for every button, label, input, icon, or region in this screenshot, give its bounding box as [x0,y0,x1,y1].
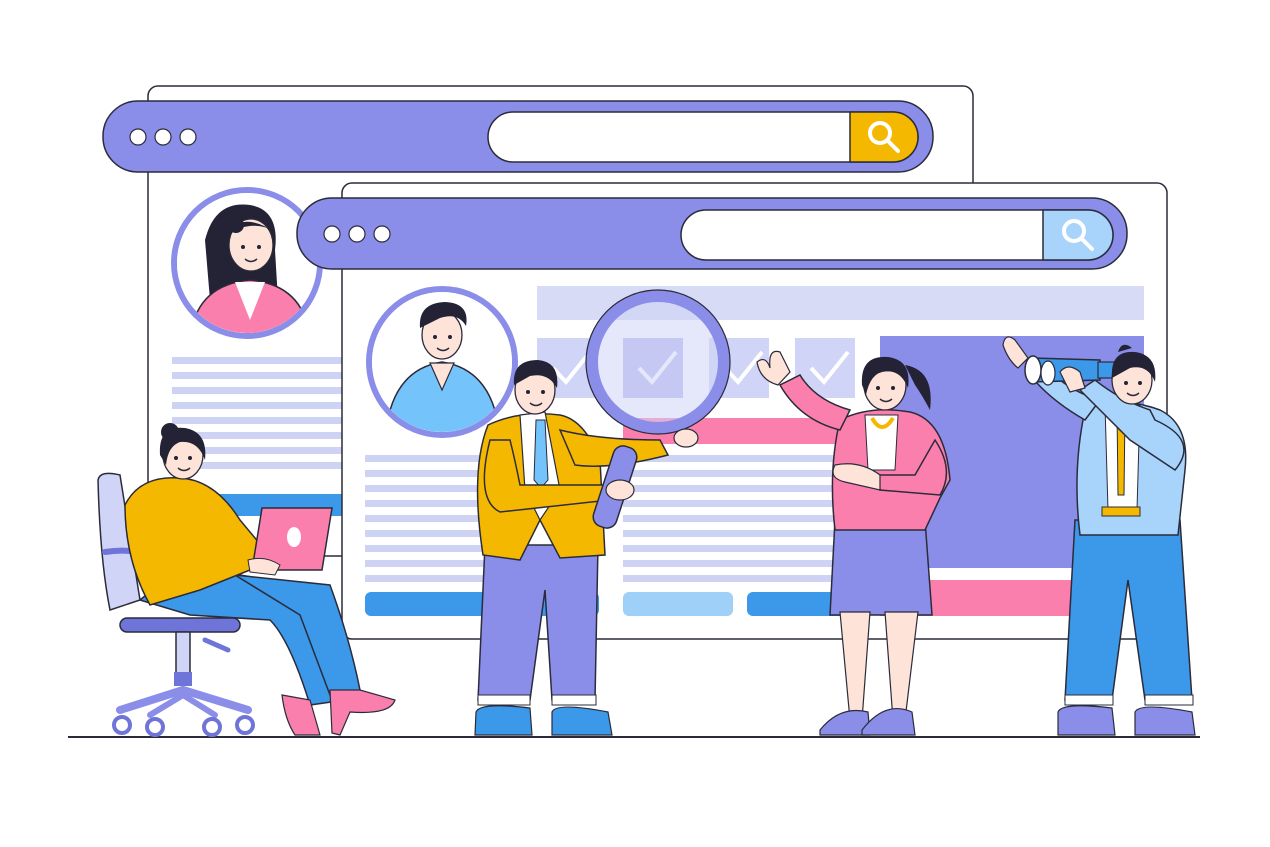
illustration [68,85,1200,738]
three-dots-icon [129,128,197,146]
three-dots-icon [323,225,391,243]
light-blue-button[interactable] [623,592,733,616]
front-browser-window [296,182,1168,640]
front-text-lines-left [365,455,485,582]
front-search-button[interactable] [1042,209,1114,261]
front-text-lines-middle [623,455,855,582]
back-search-button[interactable] [849,111,919,163]
